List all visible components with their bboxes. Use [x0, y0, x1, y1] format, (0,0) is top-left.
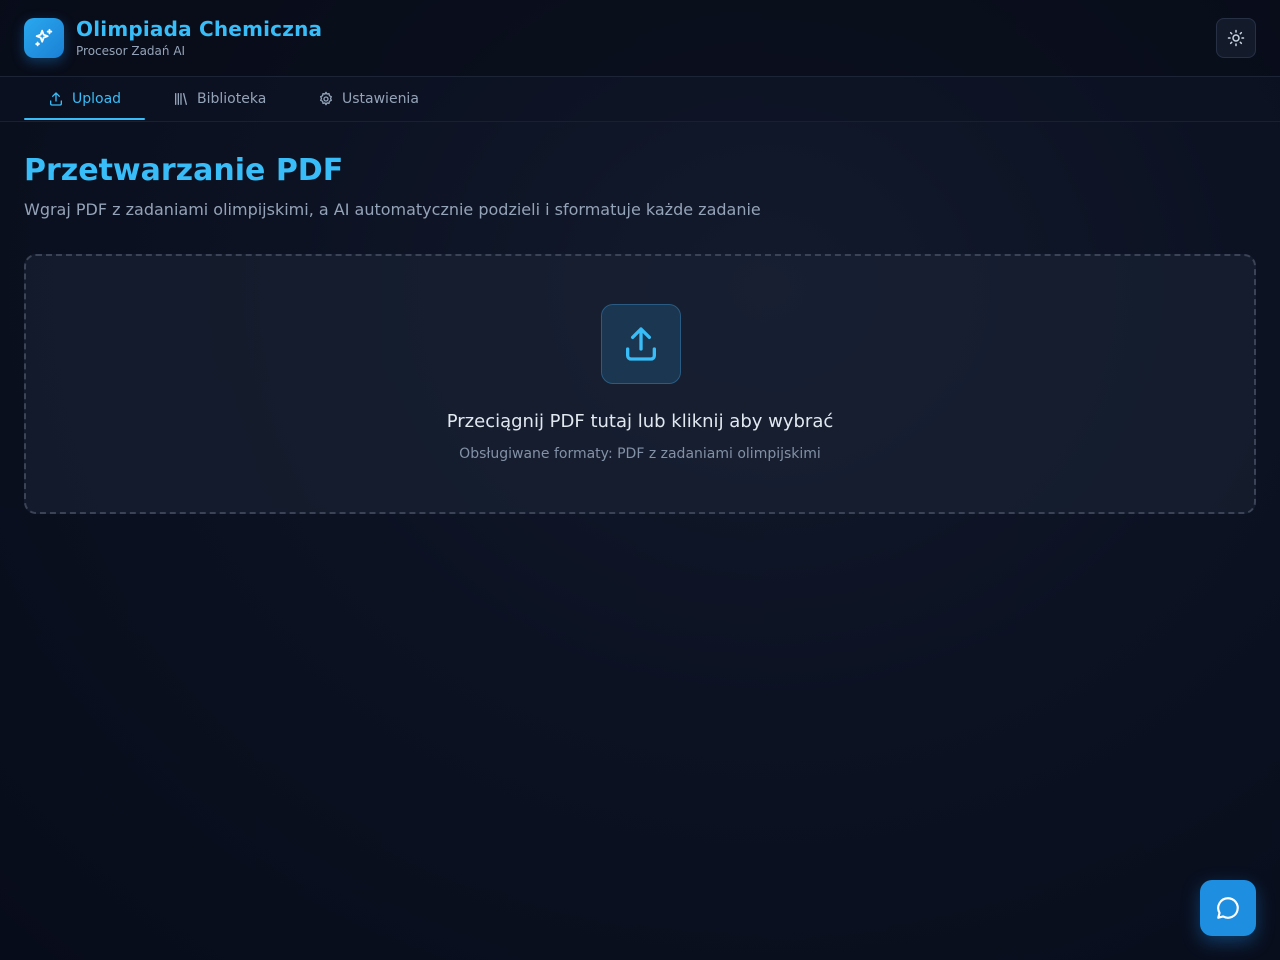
sun-icon	[1227, 29, 1245, 47]
tab-upload[interactable]: Upload	[48, 77, 121, 121]
page-subtitle: Wgraj PDF z zadaniami olimpijskimi, a AI…	[24, 200, 761, 219]
sparkles-icon	[35, 28, 53, 47]
tab-biblioteka[interactable]: Biblioteka	[173, 77, 266, 121]
chat-bubble-icon	[1217, 897, 1239, 919]
upload-icon	[626, 327, 656, 361]
tab-upload-label: Upload	[72, 91, 122, 107]
active-tab-indicator	[24, 118, 145, 120]
app-subtitle: Procesor Zadań AI	[76, 44, 186, 58]
dropzone-title: Przeciągnij PDF tutaj lub kliknij aby wy…	[446, 411, 834, 432]
gear-icon	[320, 91, 332, 106]
main-nav: Upload Biblioteka Ustawienia	[0, 77, 1280, 122]
app-logo[interactable]	[24, 18, 64, 58]
app-title: Olimpiada Chemiczna	[76, 17, 323, 41]
upload-icon-box	[601, 304, 681, 384]
chat-button[interactable]	[1200, 880, 1256, 936]
upload-icon	[50, 92, 62, 106]
tab-biblioteka-label: Biblioteka	[197, 91, 267, 107]
tab-ustawienia[interactable]: Ustawienia	[318, 77, 419, 121]
dropzone-hint: Obsługiwane formaty: PDF z zadaniami oli…	[459, 446, 821, 462]
tab-ustawienia-label: Ustawienia	[342, 91, 419, 107]
page-title: Przetwarzanie PDF	[24, 153, 344, 188]
pdf-dropzone[interactable]: Przeciągnij PDF tutaj lub kliknij aby wy…	[24, 254, 1256, 514]
app-header: Olimpiada Chemiczna Procesor Zadań AI	[0, 0, 1280, 77]
theme-toggle-button[interactable]	[1216, 18, 1256, 58]
library-icon	[175, 93, 187, 105]
